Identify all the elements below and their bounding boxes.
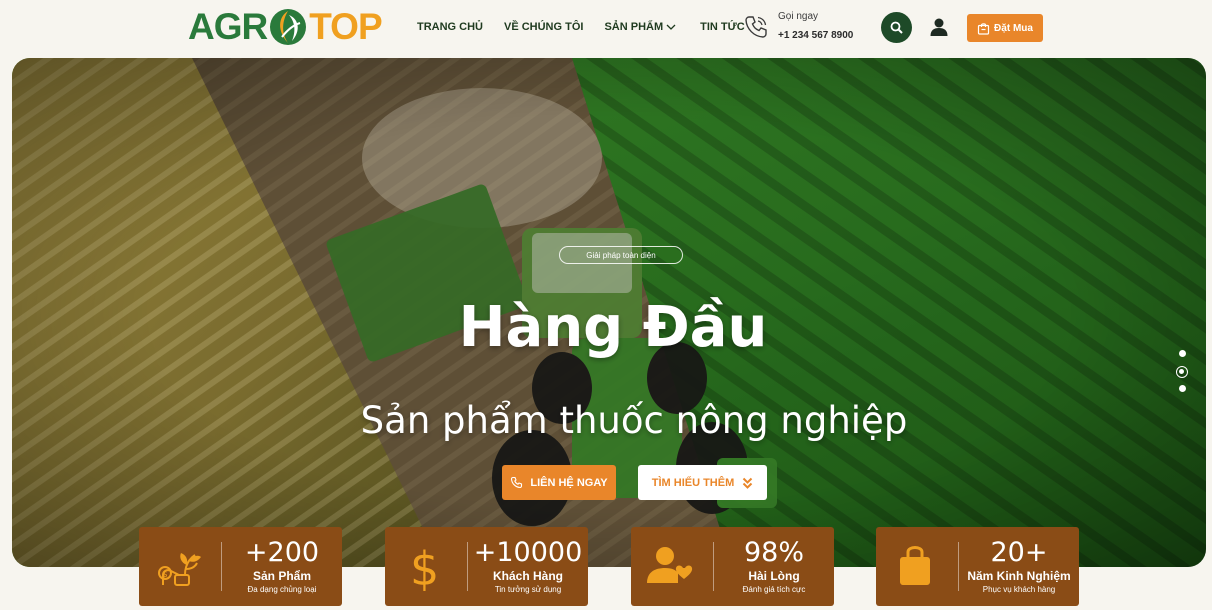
stat-description: Đánh giá tích cực <box>742 585 806 594</box>
nav-item-label: TIN TỨC <box>700 21 745 33</box>
contact-now-label: LIÊN HỆ NGAY <box>530 476 608 489</box>
logo-text-agr: AGR <box>188 6 268 47</box>
stat-description: Đa dạng chủng loại <box>247 585 317 594</box>
stat-value: 98% <box>743 537 804 568</box>
contact-now-button[interactable]: LIÊN HỆ NGAY <box>502 465 616 500</box>
dollar-icon: $ <box>410 542 439 591</box>
stat-label: Khách Hàng <box>492 569 563 583</box>
logo[interactable]: AGR TOP <box>188 6 383 48</box>
stat-description: Tin tưởng sử dụng <box>494 585 562 594</box>
phone-number[interactable]: +1 234 567 8900 <box>778 30 853 41</box>
stat-label: Sản Phẩm <box>252 569 312 583</box>
nav-item-home[interactable]: TRANG CHỦ <box>417 19 483 35</box>
svg-text:$: $ <box>162 570 168 580</box>
hero-banner: Giải pháp toàn diện Hàng Đầu Sản phẩm th… <box>12 58 1206 567</box>
nav-item-news[interactable]: TIN TỨC <box>700 19 745 35</box>
stat-divider <box>221 542 222 591</box>
account-button[interactable] <box>926 14 952 40</box>
nav-item-products[interactable]: SẢN PHẨM <box>604 19 676 35</box>
stat-label: Hài Lòng <box>748 569 800 583</box>
stat-card-products: $ +200 Sản Phẩm Đa dạng chủng loại <box>139 527 342 606</box>
nav-item-about[interactable]: VỀ CHÚNG TÔI <box>504 19 583 35</box>
hero-title: Hàng Đầu <box>458 295 768 360</box>
nav-item-label: SẢN PHẨM <box>604 21 664 33</box>
stat-value: +200 <box>244 537 320 568</box>
learn-more-label: TÌM HIỂU THÊM <box>651 476 735 489</box>
user-heart-icon <box>647 547 693 583</box>
shopping-bag-icon <box>900 546 930 585</box>
stat-card-experience: 20+ Năm Kinh Nghiệm Phục vụ khách hàng <box>876 527 1079 606</box>
nav-item-label: TRANG CHỦ <box>417 21 483 33</box>
plant-money-icon: $ <box>158 553 201 586</box>
slider-dot-2-active[interactable] <box>1176 366 1188 378</box>
double-chevron-down-icon <box>743 477 753 489</box>
stat-divider <box>713 542 714 591</box>
stat-value: 20+ <box>990 537 1048 568</box>
slider-dot-3[interactable] <box>1179 385 1186 392</box>
stat-divider <box>467 542 468 591</box>
slider-pagination <box>1176 350 1188 394</box>
hero-tagline: Giải pháp toàn diện <box>559 246 683 264</box>
stat-divider <box>958 542 959 591</box>
logo-text-top: TOP <box>309 6 382 47</box>
nav-item-label: VỀ CHÚNG TÔI <box>504 21 584 33</box>
site-header: AGR TOP TRANG CHỦ VỀ CHÚNG TÔI SẢN PHẨM … <box>0 0 1212 56</box>
stat-description: Phục vụ khách hàng <box>982 585 1056 594</box>
chevron-down-icon <box>666 24 676 30</box>
svg-text:$: $ <box>410 542 439 591</box>
learn-more-button[interactable]: TÌM HIỂU THÊM <box>638 465 767 500</box>
stat-card-satisfaction: 98% Hài Lòng Đánh giá tích cực <box>631 527 834 606</box>
phone-icon <box>745 16 767 38</box>
main-nav: TRANG CHỦ VỀ CHÚNG TÔI SẢN PHẨM TIN TỨC <box>417 19 745 35</box>
stat-value: +10000 <box>473 537 583 568</box>
leaf-globe-icon <box>270 9 307 45</box>
stat-card-customers: $ +10000 Khách Hàng Tin tưởng sử dụng <box>385 527 588 606</box>
phone-icon <box>511 476 523 489</box>
user-icon <box>930 18 948 36</box>
order-button[interactable]: Đặt Mua <box>967 14 1043 42</box>
order-button-label: Đặt Mua <box>994 22 1033 34</box>
hero-subtitle: Sản phẩm thuốc nông nghiệp <box>360 399 908 442</box>
stat-label: Năm Kinh Nghiệm <box>967 569 1071 583</box>
shopping-bag-icon <box>977 22 990 35</box>
search-icon <box>890 21 903 34</box>
call-now-label: Gọi ngay <box>778 11 819 22</box>
search-button[interactable] <box>881 12 912 43</box>
slider-dot-1[interactable] <box>1179 350 1186 357</box>
